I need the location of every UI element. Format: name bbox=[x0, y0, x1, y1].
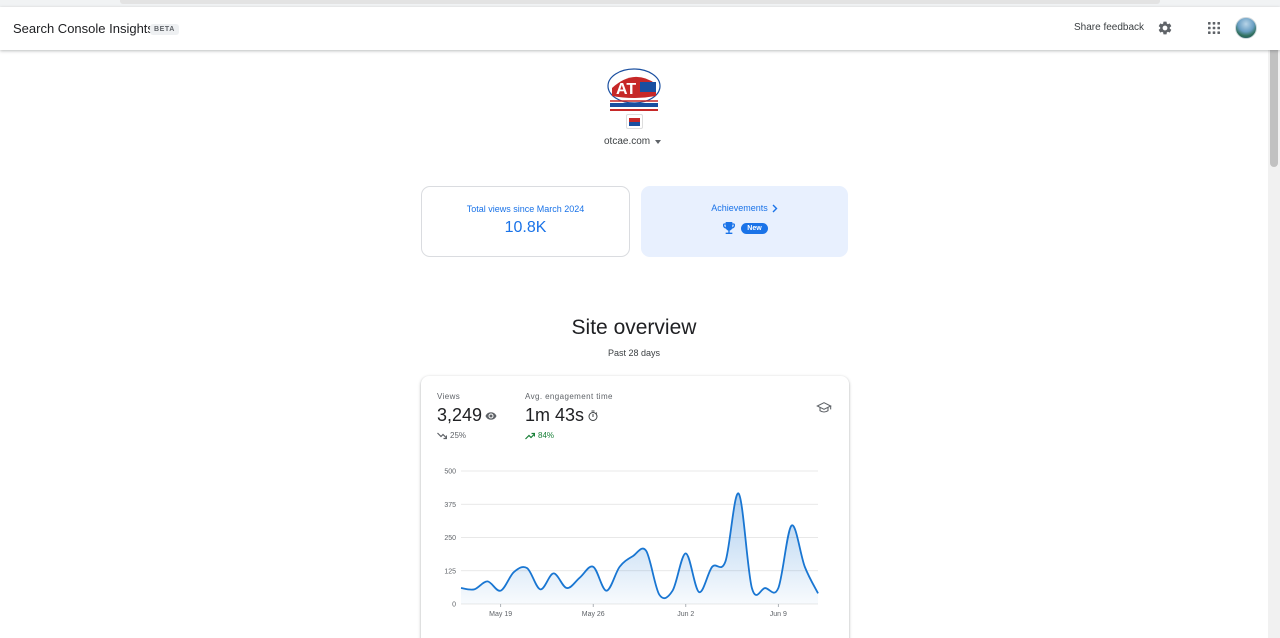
browser-top-strip bbox=[0, 0, 1280, 7]
gear-icon bbox=[1158, 21, 1172, 35]
x-tick-label: May 19 bbox=[489, 611, 512, 618]
views-change-value: 25% bbox=[450, 431, 467, 440]
app-title: Search Console Insights bbox=[13, 21, 154, 36]
y-tick-label: 0 bbox=[452, 602, 456, 609]
achievements-card[interactable]: Achievements New bbox=[641, 186, 848, 257]
views-change: 25% bbox=[437, 431, 497, 440]
engagement-metric: Avg. engagement time 1m 43s 84% bbox=[525, 392, 613, 440]
y-tick-label: 500 bbox=[444, 469, 456, 476]
site-selector[interactable]: otcae.com bbox=[604, 136, 662, 147]
settings-button[interactable] bbox=[1154, 17, 1176, 39]
engagement-change-value: 84% bbox=[538, 431, 555, 440]
eye-icon bbox=[485, 411, 497, 420]
avatar[interactable] bbox=[1235, 17, 1257, 39]
app-bar: Search Console Insights BETA Share feedb… bbox=[0, 7, 1280, 50]
trending-up-icon bbox=[525, 432, 535, 439]
views-value-row: 3,249 bbox=[437, 405, 497, 426]
new-badge: New bbox=[741, 222, 768, 234]
x-tick-label: Jun 2 bbox=[677, 611, 694, 618]
section-subtitle: Past 28 days bbox=[607, 348, 661, 358]
x-tick-label: May 26 bbox=[582, 611, 605, 618]
achievements-link[interactable]: Achievements bbox=[711, 203, 778, 213]
graduation-cap-icon bbox=[816, 402, 832, 413]
scrollbar[interactable] bbox=[1268, 7, 1280, 638]
engagement-change: 84% bbox=[525, 431, 613, 440]
y-tick-label: 250 bbox=[444, 535, 456, 542]
engagement-value: 1m 43s bbox=[525, 405, 585, 425]
total-views-value: 10.8K bbox=[504, 219, 547, 236]
views-label: Views bbox=[437, 392, 461, 401]
apps-grid-icon bbox=[1208, 22, 1220, 34]
y-tick-label: 125 bbox=[444, 568, 456, 575]
learn-more-button[interactable] bbox=[816, 400, 832, 416]
total-views-card: Total views since March 2024 10.8K bbox=[421, 186, 630, 257]
svg-text:AT: AT bbox=[616, 81, 636, 98]
x-tick-label: Jun 9 bbox=[770, 611, 787, 618]
share-feedback-link[interactable]: Share feedback bbox=[1074, 22, 1144, 33]
trophy-icon bbox=[723, 222, 736, 234]
beta-badge: BETA bbox=[150, 24, 179, 35]
apps-button[interactable] bbox=[1203, 17, 1225, 39]
engagement-label: Avg. engagement time bbox=[525, 392, 613, 401]
views-metric: Views 3,249 25% bbox=[437, 392, 497, 440]
engagement-value-row: 1m 43s bbox=[525, 405, 613, 426]
site-overview-card: Views 3,249 25% Avg. engagement time 1m … bbox=[421, 376, 849, 638]
section-title: Site overview bbox=[571, 316, 697, 339]
site-favicon bbox=[626, 114, 643, 129]
top-strip-tab bbox=[120, 0, 1160, 4]
views-value: 3,249 bbox=[437, 405, 483, 425]
trending-down-icon bbox=[437, 432, 447, 439]
timer-icon bbox=[588, 410, 598, 421]
caret-down-icon bbox=[655, 139, 662, 144]
site-domain: otcae.com bbox=[604, 136, 651, 147]
chevron-right-icon bbox=[772, 204, 778, 212]
y-tick-label: 375 bbox=[444, 502, 456, 509]
views-chart: 0 125 250 375 500 May 19 May 26 Jun 2 Jun 9 bbox=[444, 469, 819, 618]
total-views-label: Total views since March 2024 bbox=[466, 204, 585, 214]
achievements-label: Achievements bbox=[711, 203, 768, 213]
